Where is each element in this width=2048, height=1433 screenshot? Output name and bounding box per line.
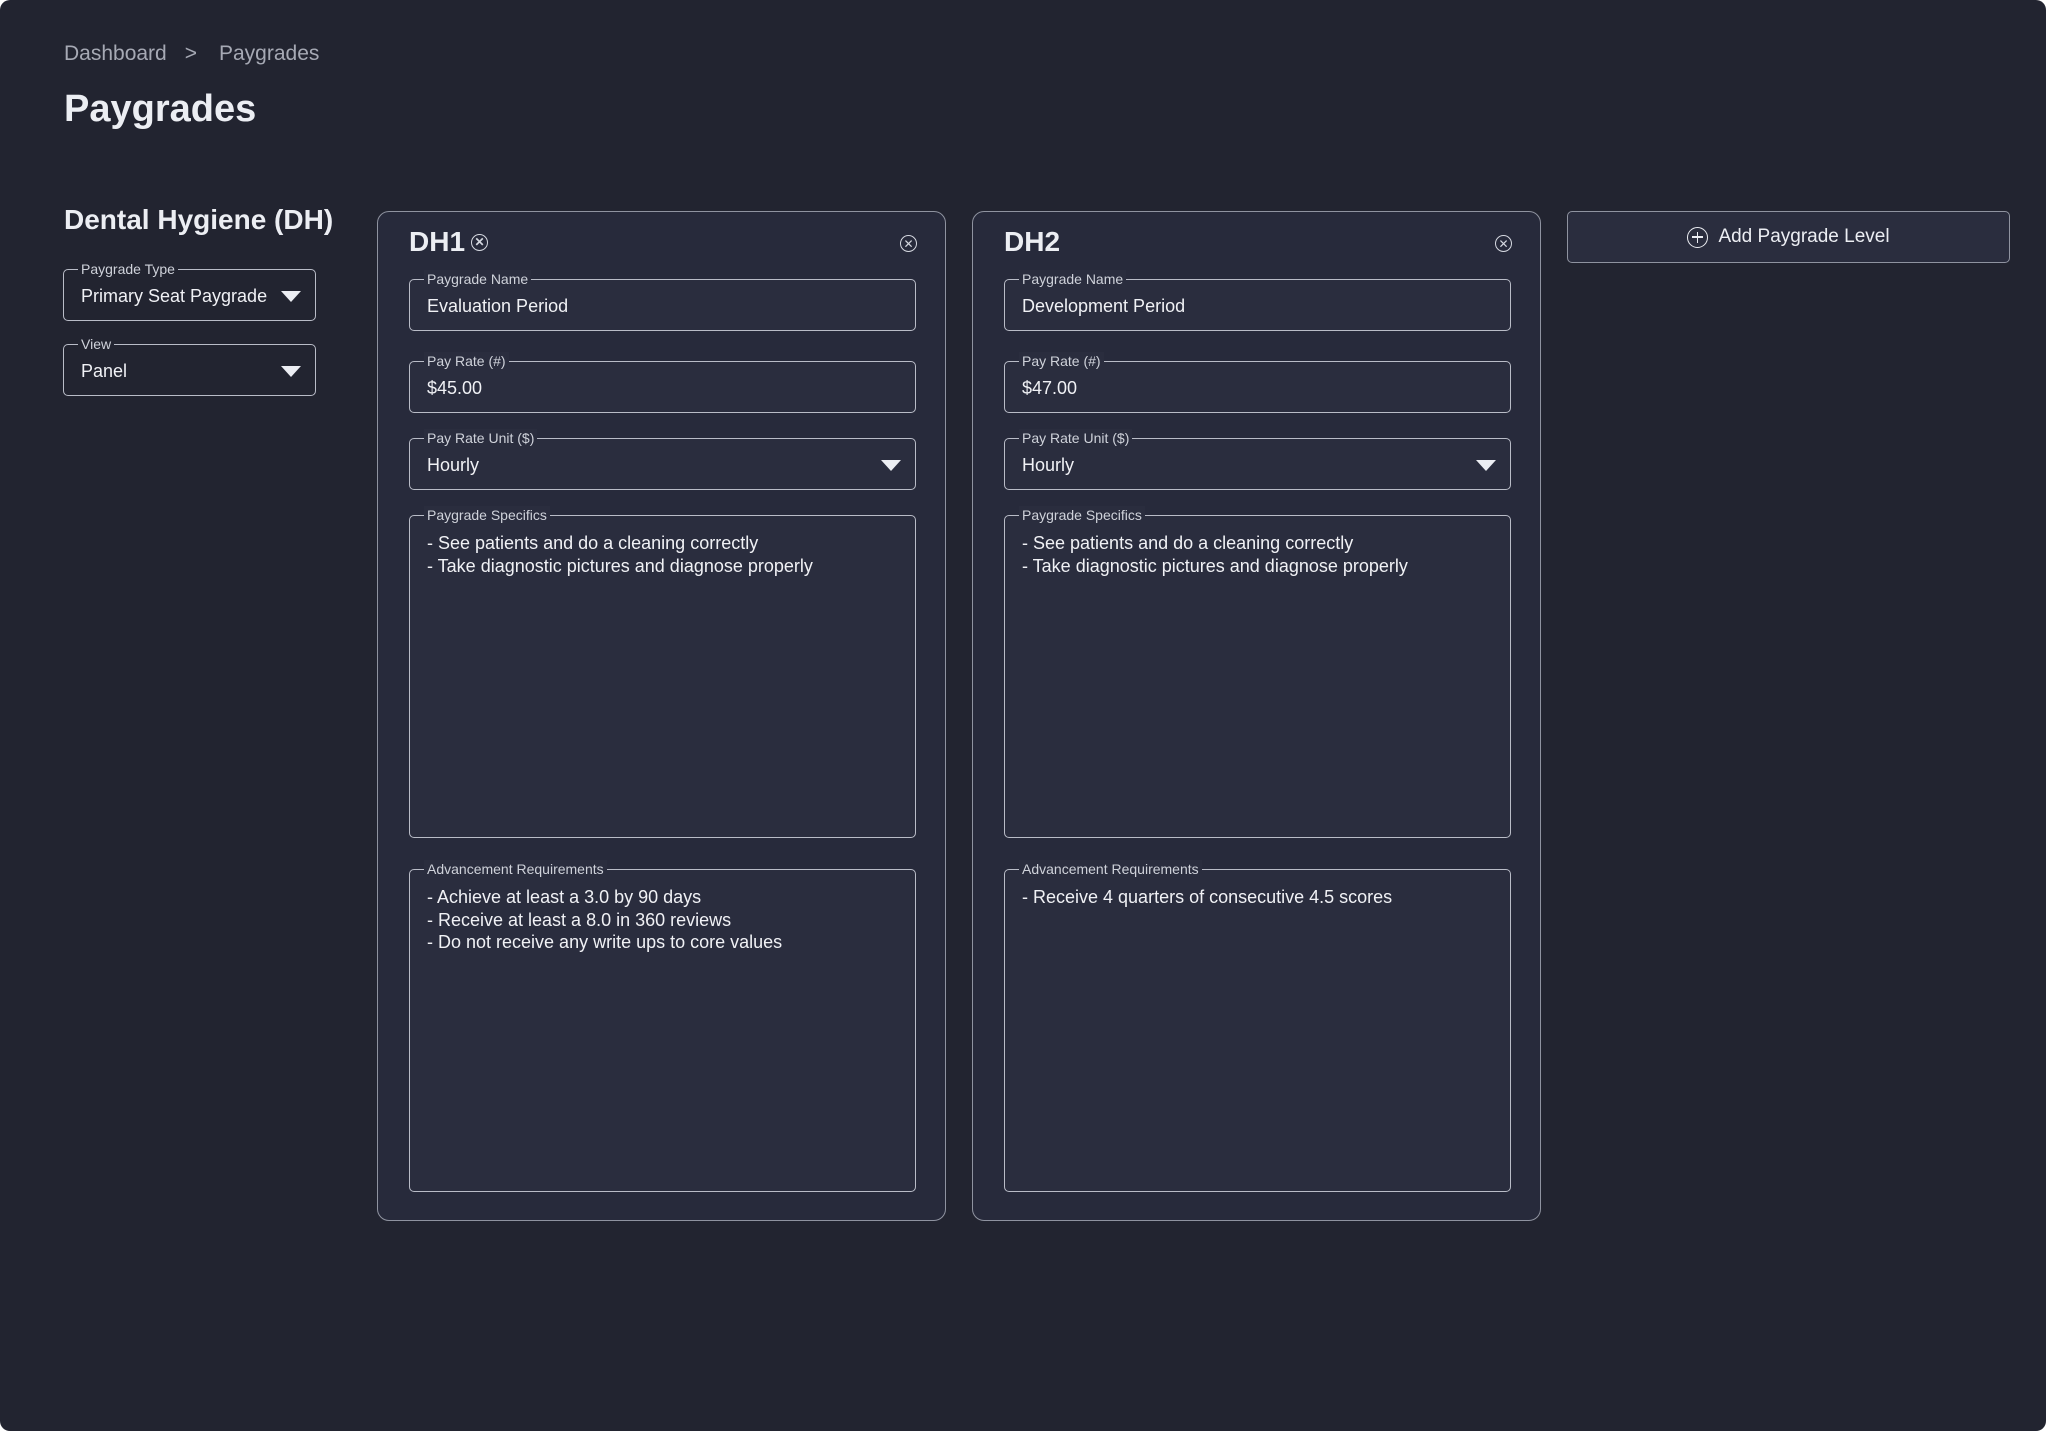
advancement-line: - Receive at least a 8.0 in 360 reviews: [427, 909, 732, 930]
breadcrumb-current: Paygrades: [219, 42, 320, 65]
paygrade-type-value: Primary Seat Paygrade: [81, 286, 268, 306]
page-title: Paygrades: [64, 88, 257, 130]
paygrade-name-field[interactable]: Paygrade Name Development Period: [1004, 270, 1511, 331]
paygrade-specifics-text: - See patients and do a cleaning correct…: [427, 532, 813, 577]
pay-rate-value: $45.00: [427, 378, 483, 398]
close-card-button[interactable]: ✕: [900, 235, 917, 252]
advancement-line: - Achieve at least a 3.0 by 90 days: [427, 887, 702, 907]
pay-rate-field[interactable]: Pay Rate (#) $47.00: [1004, 352, 1511, 413]
add-paygrade-level-label: Add Paygrade Level: [1718, 226, 1890, 247]
close-card-button[interactable]: ✕: [1495, 235, 1512, 252]
paygrade-type-label: Paygrade Type: [78, 260, 178, 278]
advancement-requirements-textarea[interactable]: Advancement Requirements - Receive 4 qua…: [1004, 860, 1511, 1192]
paygrade-card-dh1: DH1 ✕ ✕ Paygrade Name Evaluation Period …: [377, 211, 946, 1221]
pay-rate-field[interactable]: Pay Rate (#) $45.00: [409, 352, 916, 413]
pay-rate-label: Pay Rate (#): [1019, 352, 1104, 370]
paygrade-specifics-text: - See patients and do a cleaning correct…: [1022, 532, 1408, 577]
pay-rate-value: $47.00: [1022, 378, 1078, 398]
paygrade-name-value: Evaluation Period: [427, 296, 569, 316]
circle-x-icon[interactable]: ✕: [471, 233, 489, 251]
caret-down-icon[interactable]: [1476, 460, 1496, 471]
card-title-text: DH1: [409, 226, 466, 257]
advancement-line: - Receive 4 quarters of consecutive 4.5 …: [1022, 887, 1393, 907]
pay-rate-unit-label: Pay Rate Unit ($): [424, 429, 538, 447]
paygrade-specifics-label: Paygrade Specifics: [1019, 506, 1145, 524]
breadcrumb: Dashboard > Paygrades: [64, 42, 319, 66]
paygrade-name-label: Paygrade Name: [424, 270, 532, 288]
advancement-requirements-textarea[interactable]: Advancement Requirements - Achieve at le…: [409, 860, 916, 1192]
pay-rate-label: Pay Rate (#): [424, 352, 509, 370]
pay-rate-unit-select[interactable]: Pay Rate Unit ($) Hourly: [409, 429, 916, 490]
specifics-line: - See patients and do a cleaning correct…: [427, 533, 759, 553]
specifics-line: - Take diagnostic pictures and diagnose …: [1022, 555, 1408, 576]
breadcrumb-dashboard-link[interactable]: Dashboard: [64, 42, 167, 66]
circle-plus-icon: [1687, 226, 1709, 248]
advancement-line: - Do not receive any write ups to core v…: [427, 932, 783, 952]
pay-rate-unit-label: Pay Rate Unit ($): [1019, 429, 1133, 447]
paygrade-specifics-textarea[interactable]: Paygrade Specifics - See patients and do…: [409, 506, 916, 838]
specifics-line: - See patients and do a cleaning correct…: [1022, 533, 1354, 553]
specifics-line: - Take diagnostic pictures and diagnose …: [427, 555, 813, 576]
pay-rate-unit-value: Hourly: [1022, 455, 1075, 475]
pay-rate-unit-value: Hourly: [427, 455, 480, 475]
view-value: Panel: [81, 361, 128, 381]
card-title-text: DH2: [1004, 226, 1061, 257]
add-paygrade-level-button[interactable]: Add Paygrade Level: [1567, 211, 2010, 263]
advancement-requirements-label: Advancement Requirements: [424, 860, 607, 878]
caret-down-icon[interactable]: [881, 460, 901, 471]
app-window: Dashboard > Paygrades Paygrades Dental H…: [0, 0, 2046, 1431]
view-select[interactable]: View Panel: [63, 335, 316, 396]
pay-rate-unit-select[interactable]: Pay Rate Unit ($) Hourly: [1004, 429, 1511, 490]
paygrade-name-label: Paygrade Name: [1019, 270, 1127, 288]
breadcrumb-separator: >: [184, 42, 197, 65]
paygrade-card-dh2: DH2 ✕ Paygrade Name Development Period P…: [972, 211, 1541, 1221]
paygrade-specifics-textarea[interactable]: Paygrade Specifics - See patients and do…: [1004, 506, 1511, 838]
card-title: DH1 ✕: [409, 226, 489, 258]
advancement-requirements-text: - Achieve at least a 3.0 by 90 days - Re…: [427, 886, 782, 954]
caret-down-icon[interactable]: [281, 366, 301, 377]
section-title: Dental Hygiene (DH): [64, 204, 334, 235]
view-label: View: [78, 335, 115, 353]
paygrade-name-value: Development Period: [1022, 296, 1186, 316]
caret-down-icon[interactable]: [281, 291, 301, 302]
paygrade-name-field[interactable]: Paygrade Name Evaluation Period: [409, 270, 916, 331]
card-title: DH2: [1004, 226, 1060, 258]
advancement-requirements-label: Advancement Requirements: [1019, 860, 1202, 878]
advancement-requirements-text: - Receive 4 quarters of consecutive 4.5 …: [1022, 886, 1392, 909]
paygrade-specifics-label: Paygrade Specifics: [424, 506, 550, 524]
paygrade-type-select[interactable]: Paygrade Type Primary Seat Paygrade: [63, 260, 316, 321]
